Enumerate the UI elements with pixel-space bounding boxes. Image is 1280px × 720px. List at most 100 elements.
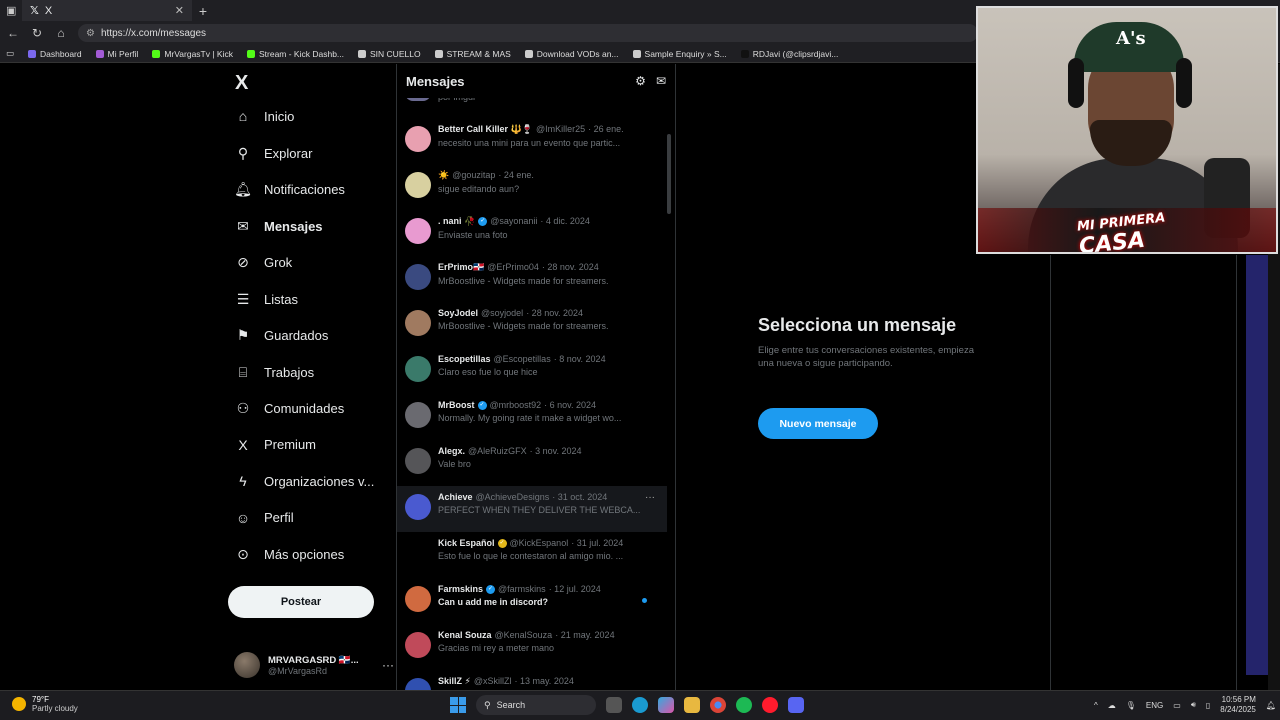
message-preview: MrBoostlive - Widgets made for streamers… <box>438 321 609 331</box>
conversation-row[interactable]: Kick Español ✓ @KickEspanol · 31 jul. 2024 E… <box>397 532 667 578</box>
mic-icon[interactable]: 🎙︎ <box>1126 701 1136 710</box>
bookmark-icon: ⚑ <box>236 327 250 343</box>
bookmark-item[interactable]: Download VODs an... <box>524 49 619 59</box>
tray-chevron-icon[interactable]: ^ <box>1094 701 1098 710</box>
conversation-date: · 8 nov. 2024 <box>553 354 606 364</box>
network-icon[interactable]: ▭ <box>1173 701 1181 710</box>
start-button[interactable] <box>450 697 466 713</box>
message-preview: MrBoostlive - Widgets made for streamers… <box>438 276 609 286</box>
conversation-row[interactable]: ☀️ @gouzitap · 24 ene. sigue editando aun? <box>397 164 667 210</box>
conversation-name: Escopetillas <box>438 354 491 364</box>
bookmark-item[interactable]: RDJavi (@clipsrdjavi... <box>740 49 838 59</box>
conversation-row[interactable]: MrBoost ✓ @mrboost92 · 6 nov. 2024 Normally.… <box>397 394 667 440</box>
address-bar[interactable]: ⚙ https://x.com/messages <box>78 24 978 42</box>
notification-icon[interactable]: 🔔︎ <box>1266 701 1276 710</box>
messages-scrollbar[interactable] <box>667 134 671 214</box>
conversation-row[interactable]: Escopetillas @Escopetillas · 8 nov. 2024 Cl… <box>397 348 667 394</box>
taskbar-search[interactable]: ⚲ Search <box>476 695 596 715</box>
avatar <box>405 126 431 152</box>
conversation-name: Alegx. <box>438 446 466 456</box>
site-info-icon[interactable]: ⚙ <box>86 28 95 39</box>
new-message-icon[interactable]: ✉ <box>656 74 666 88</box>
opera-icon[interactable] <box>762 697 778 713</box>
copilot-icon[interactable] <box>658 697 674 713</box>
reload-icon[interactable]: ↻ <box>30 26 44 40</box>
bookmark-favicon-icon <box>524 49 533 58</box>
task-view-icon[interactable] <box>606 697 622 713</box>
bookmark-item[interactable]: SIN CUELLO <box>358 49 421 59</box>
account-switcher[interactable]: MRVARGASRD 🇩🇴... @MrVargasRd ··· <box>234 650 394 680</box>
verified-badge-icon: ✓ <box>477 401 487 411</box>
avatar <box>234 652 260 678</box>
sidebar-item-premium[interactable]: X Premium <box>234 437 316 453</box>
list-icon: ☰ <box>236 290 250 307</box>
message-preview: necesito una mini para un evento que par… <box>438 138 621 148</box>
bookmark-label: Stream - Kick Dashb... <box>258 48 345 59</box>
sidebar-item-notificaciones[interactable]: 🔔︎ Notificaciones <box>234 181 345 198</box>
conversation-name: Farmskins <box>438 584 484 594</box>
new-tab-button[interactable]: + <box>192 3 214 19</box>
sidebar-item-listas[interactable]: ☰ Listas <box>234 291 298 308</box>
bookmark-item[interactable]: Stream - Kick Dashb... <box>246 48 345 59</box>
conversation-name: SoyJodel <box>438 308 479 318</box>
browser-tab[interactable]: 𝕏 X ✕ <box>22 0 192 21</box>
bookmark-item[interactable]: MrVargasTv | Kick <box>152 49 233 59</box>
sidebar-item-inicio[interactable]: ⌂ Inicio <box>234 108 295 124</box>
bookmark-item[interactable]: Dashboard <box>28 49 82 59</box>
sidebar-item-guardados[interactable]: ⚑ Guardados <box>234 327 329 344</box>
conversation-row[interactable]: SoyJodel @soyjodel · 28 nov. 2024 MrBoostli… <box>397 302 667 348</box>
conversation-row[interactable]: Farmskins ✓ @farmskins · 12 jul. 2024 Can u … <box>397 578 667 624</box>
tab-actions-icon[interactable]: ▣ <box>6 4 22 17</box>
x-logo-icon[interactable]: X <box>235 72 248 95</box>
conversation-row[interactable]: Better Call Killer 🔱🍷 @ImKiller25 · 26 ene… <box>397 118 667 164</box>
bookmark-item[interactable]: STREAM & MAS <box>434 49 511 59</box>
conversation-name: Achieve <box>438 492 473 502</box>
volume-icon[interactable]: 🔊︎ <box>1191 700 1196 710</box>
select-message-description: Elige entre tus conversaciones existente… <box>758 345 974 369</box>
edge-icon[interactable] <box>632 697 648 713</box>
sidebar-item-explorar[interactable]: ⚲ Explorar <box>234 145 313 162</box>
verified-badge-icon: ✓ <box>486 585 496 595</box>
file-explorer-icon[interactable] <box>684 697 700 713</box>
conversation-row[interactable]: Achieve @AchieveDesigns · 31 oct. 2024 PERF… <box>397 486 667 532</box>
conversation-row[interactable]: Alegx. @AleRuizGFX · 3 nov. 2024 Vale bro <box>397 440 667 486</box>
close-tab-icon[interactable]: ✕ <box>175 4 184 17</box>
conversation-row[interactable]: ErPrimo🇩🇴 @ErPrimo04 · 28 nov. 2024 MrBoost… <box>397 256 667 302</box>
cloud-icon[interactable]: ☁ <box>1108 701 1116 710</box>
sidebar-item-trabajos[interactable]: ⌸ Trabajos <box>234 364 314 381</box>
sidebar-item-grok[interactable]: ⊘ Grok <box>234 254 292 271</box>
battery-icon[interactable]: ▯ <box>1206 701 1210 710</box>
weather-widget[interactable]: 79°F Partly cloudy <box>12 695 78 713</box>
bookmark-item[interactable]: Sample Enquiry » S... <box>632 49 727 59</box>
home-icon[interactable]: ⌂ <box>54 26 68 40</box>
sidebar-item-label: Explorar <box>264 145 313 161</box>
conversation-row[interactable]: SkillZ ⚡ @xSkillZl · 13 may. 2024 <box>397 670 667 690</box>
settings-gear-icon[interactable]: ⚙ <box>635 74 646 88</box>
new-message-button[interactable]: Nuevo mensaje <box>758 408 878 439</box>
sidebar-item-mensajes[interactable]: ✉ Mensajes <box>234 218 322 235</box>
more-icon[interactable]: ··· <box>382 658 394 672</box>
bookmarks-menu-icon[interactable]: ▭ <box>6 48 14 59</box>
sidebar-item-label: Premium <box>264 437 317 452</box>
back-arrow-icon[interactable]: ← <box>6 26 20 40</box>
conversation-more-icon[interactable]: ··· <box>645 492 655 503</box>
sidebar-item-comunidades[interactable]: ⚇ Comunidades <box>234 400 345 417</box>
sidebar-item-más-opciones[interactable]: ⊙ Más opciones <box>234 546 344 563</box>
post-button[interactable]: Postear <box>228 586 374 618</box>
language-indicator[interactable]: ENG <box>1146 701 1163 710</box>
sidebar-item-organizaciones-v[interactable]: ϟ Organizaciones v... <box>234 473 374 489</box>
conversation-row[interactable]: Kenal Souza @KenalSouza · 21 may. 2024 Grac… <box>397 624 667 670</box>
spotify-icon[interactable] <box>736 697 752 713</box>
bookmark-favicon-icon <box>95 49 104 58</box>
sidebar-item-perfil[interactable]: ☺ Perfil <box>234 510 294 526</box>
conversation-handle: @Escopetillas <box>493 354 551 364</box>
search-icon: ⚲ <box>484 699 491 710</box>
conversation-name: ErPrimo🇩🇴 <box>438 262 485 272</box>
bookmark-item[interactable]: Mi Perfil <box>95 49 138 59</box>
conversation-row[interactable]: . nani 🥀 ✓ @sayonanii · 4 dic. 2024 Enviaste… <box>397 210 667 256</box>
cap-logo: A's <box>1116 28 1146 49</box>
chrome-icon[interactable] <box>710 697 726 713</box>
clock[interactable]: 10:56 PM 8/24/2025 <box>1220 695 1256 715</box>
discord-icon[interactable] <box>788 697 804 713</box>
conversation-handle: @sayonanii <box>490 216 538 226</box>
